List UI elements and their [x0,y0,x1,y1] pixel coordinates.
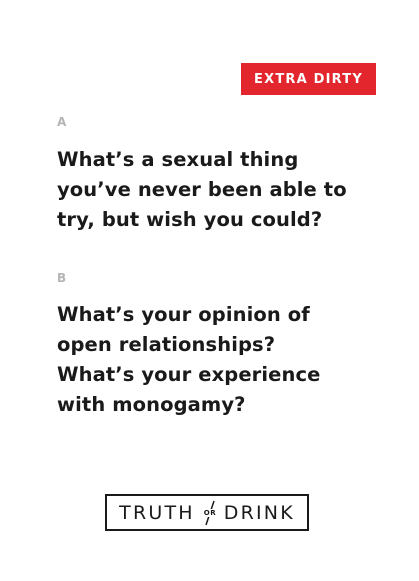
question-a-text: What’s a sexual thing you’ve never been … [57,145,357,235]
question-b-line: What’s your opinion of [57,303,310,326]
logo-word-drink: DRINK [223,501,295,524]
truth-or-drink-logo: TRUTH OR DRINK [105,494,309,531]
question-b-line: What’s your experience [57,363,321,386]
question-a-letter: A [57,115,67,129]
question-a-line: What’s a sexual thing [57,148,299,171]
logo-or-mark: OR [199,499,221,527]
question-a-line: try, but wish you could? [57,208,323,231]
question-b-line: with monogamy? [57,393,246,416]
question-b-line: open relationships? [57,333,276,356]
category-badge-label: EXTRA DIRTY [254,71,363,87]
question-b-letter: B [57,271,67,285]
logo-word-truth: TRUTH [119,501,195,524]
category-badge: EXTRA DIRTY [241,63,376,95]
question-b-text: What’s your opinion of open relationship… [57,300,357,420]
logo-word-or: OR [202,508,218,517]
question-a-line: you’ve never been able to [57,178,347,201]
